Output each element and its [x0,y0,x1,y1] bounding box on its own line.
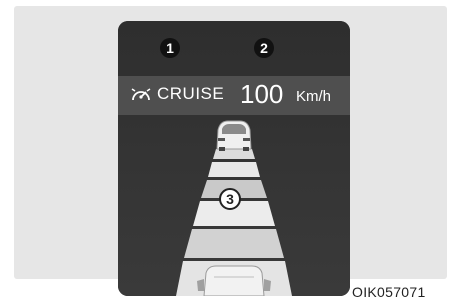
cluster-display: CRUISE 100 Km/h [118,21,350,296]
lead-vehicle [216,120,252,151]
cruise-control-icon [131,88,151,101]
cruise-label: CRUISE [157,84,225,103]
marker-2: 2 [254,38,274,58]
own-vehicle [197,265,271,296]
speed-unit: Km/h [296,88,332,105]
road-graphic [118,21,350,296]
set-speed-value: 100 [240,79,284,109]
distance-bar-5 [184,229,284,258]
marker-3: 3 [219,188,241,210]
figure-code: OIK057071 [352,284,426,300]
marker-1: 1 [160,38,180,58]
distance-bar-2 [208,162,260,177]
